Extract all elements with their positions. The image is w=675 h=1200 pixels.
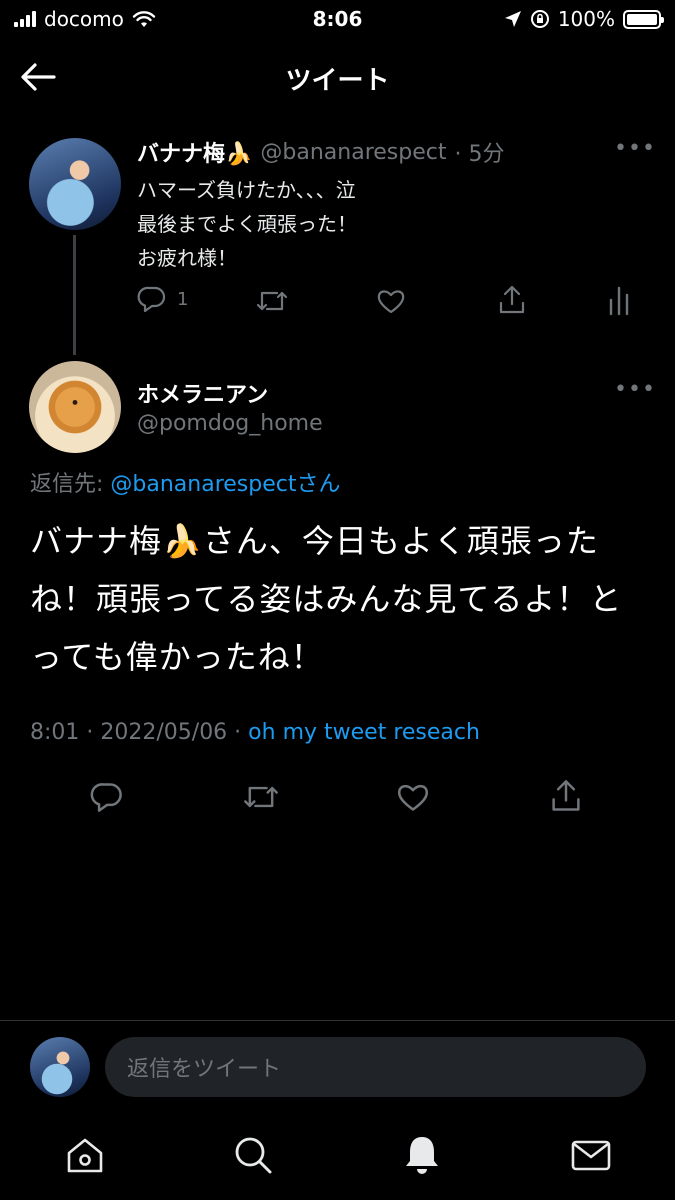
header: ツイート bbox=[0, 45, 675, 109]
status-bar: docomo 8:06 100% bbox=[0, 0, 675, 40]
reply-author-handle[interactable]: @pomdog_home bbox=[137, 411, 323, 436]
page-title: ツイート bbox=[285, 66, 390, 96]
tab-bar bbox=[0, 1125, 675, 1185]
author-handle[interactable]: @bananarespect bbox=[260, 140, 446, 165]
reply-to-suffix: さん bbox=[296, 472, 341, 497]
reply-author-name[interactable]: ホメラニアン bbox=[137, 377, 268, 409]
divider bbox=[0, 1020, 675, 1021]
my-avatar[interactable] bbox=[30, 1037, 90, 1097]
avatar-bananarespect[interactable] bbox=[29, 138, 121, 230]
share-icon[interactable] bbox=[497, 284, 527, 316]
tweet-actions: 1 bbox=[137, 284, 637, 318]
retweet-icon[interactable] bbox=[242, 780, 280, 814]
reply-to-line: 返信先: @bananarespectさん bbox=[30, 466, 341, 498]
notifications-icon[interactable] bbox=[400, 1133, 444, 1177]
analytics-icon[interactable] bbox=[607, 284, 631, 316]
reply-tweet-text: バナナ梅🍌さん、今日もよく頑張ったね！頑張ってる姿はみんな見てるよ！とっても偉か… bbox=[30, 522, 623, 676]
tweet-meta: 8:01 · 2022/05/06 · oh my tweet reseach bbox=[30, 720, 480, 745]
reply-icon bbox=[137, 286, 166, 313]
author-name[interactable]: バナナ梅🍌 bbox=[137, 136, 252, 168]
more-options-icon[interactable]: ••• bbox=[614, 136, 656, 161]
orientation-lock-icon bbox=[530, 10, 549, 28]
retweet-icon[interactable] bbox=[255, 286, 289, 316]
tweet-timestamp: 8:01 · 2022/05/06 · bbox=[30, 720, 249, 745]
reply-tweet-actions bbox=[0, 778, 675, 818]
reply-input[interactable]: 返信をツイート bbox=[105, 1037, 646, 1097]
location-arrow-icon bbox=[504, 11, 521, 27]
battery-percent: 100% bbox=[557, 7, 615, 31]
share-icon[interactable] bbox=[549, 778, 583, 814]
like-icon[interactable] bbox=[376, 286, 406, 316]
avatar-pomdog-home[interactable] bbox=[29, 361, 121, 453]
tweet-text: ハマーズ負けたか、、、泣 最後までよく頑張った！ お疲れ様！ bbox=[137, 178, 357, 270]
reply-icon[interactable] bbox=[90, 780, 124, 814]
messages-icon[interactable] bbox=[569, 1133, 613, 1177]
source-app-link[interactable]: oh my tweet reseach bbox=[248, 720, 480, 745]
like-icon[interactable] bbox=[396, 780, 430, 814]
reply-to-label: 返信先: bbox=[30, 472, 111, 497]
battery-icon bbox=[623, 9, 664, 29]
home-icon[interactable] bbox=[63, 1133, 107, 1177]
reply-count: 1 bbox=[177, 288, 189, 310]
reply-to-mention[interactable]: @bananarespect bbox=[110, 472, 296, 497]
search-icon[interactable] bbox=[231, 1133, 275, 1177]
reply-action[interactable]: 1 bbox=[137, 284, 188, 314]
tweet-header: バナナ梅🍌 @bananarespect · 5分 bbox=[137, 136, 504, 168]
reply-more-options-icon[interactable]: ••• bbox=[614, 377, 656, 402]
tweet-time: · 5分 bbox=[454, 142, 505, 167]
thread-line bbox=[73, 235, 76, 355]
